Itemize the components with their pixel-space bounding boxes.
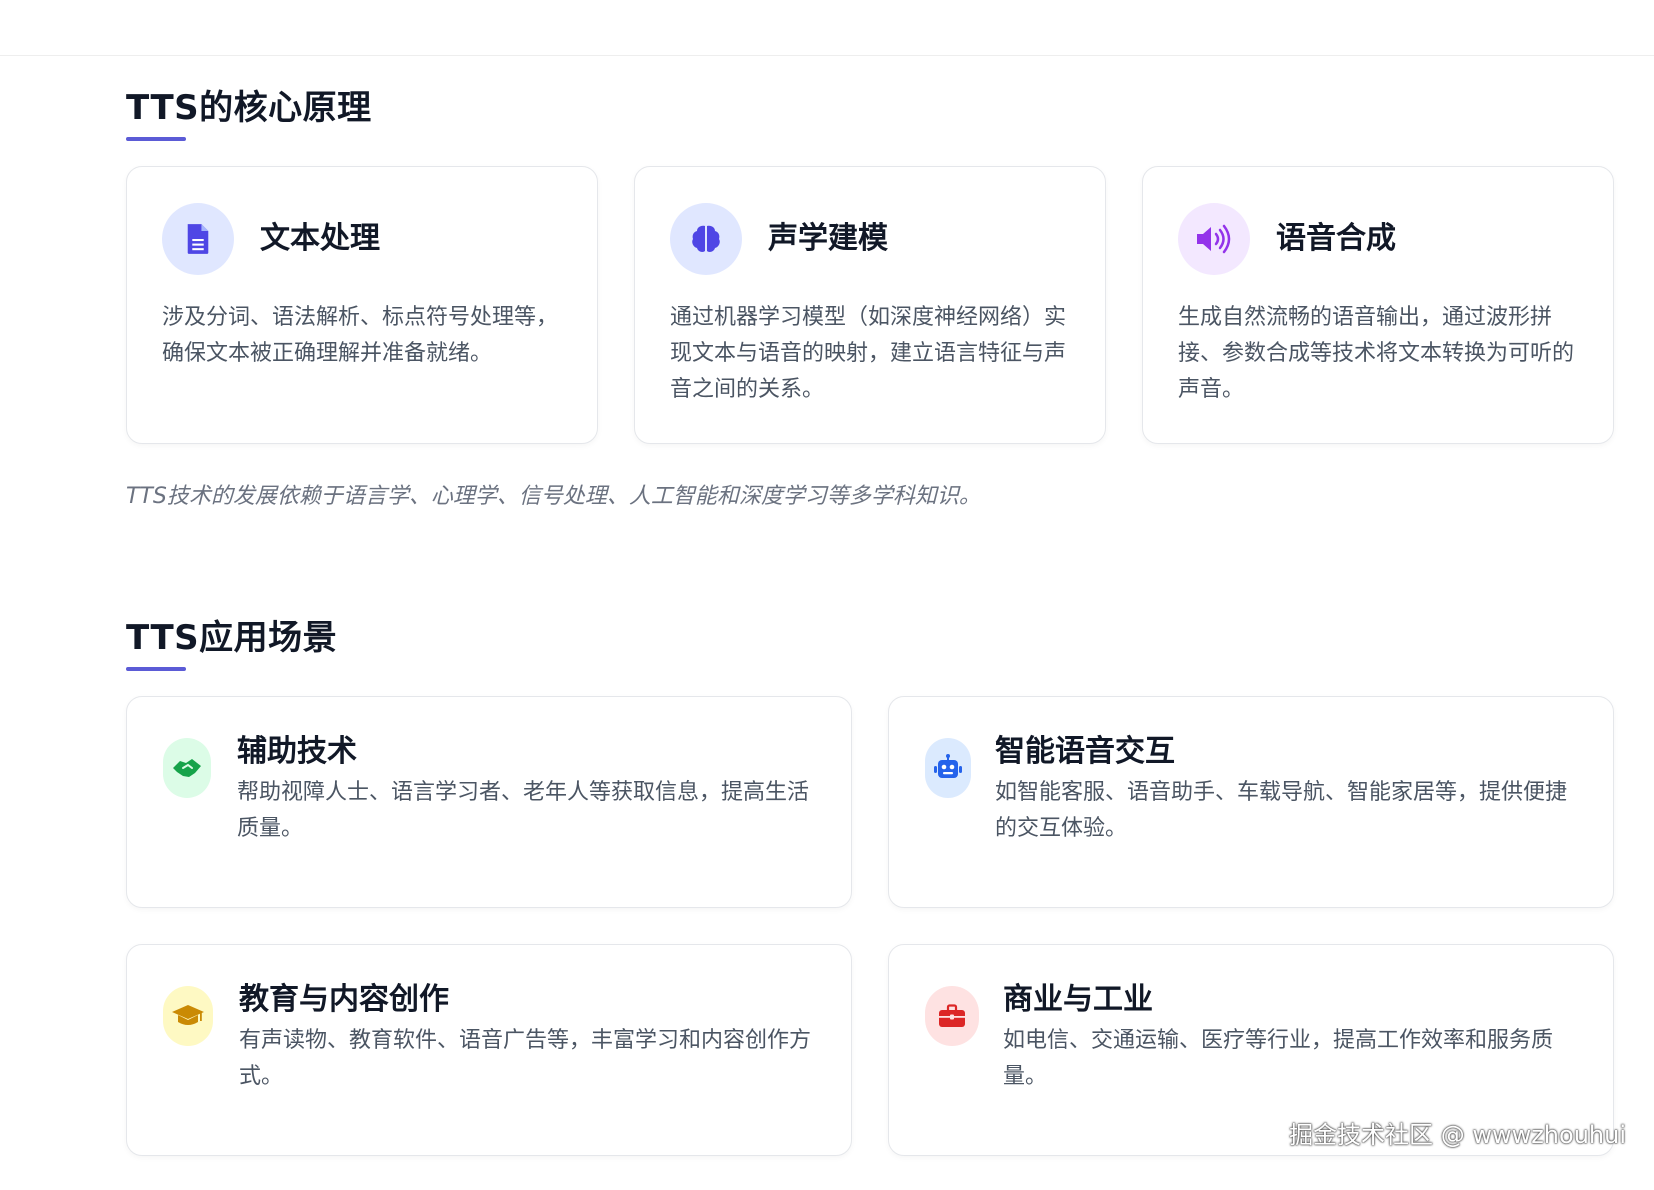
section-underline-core — [126, 137, 186, 141]
watermark: 掘金技术社区 @ wwwzhouhui — [1289, 1121, 1626, 1149]
card-description: 帮助视障人士、语言学习者、老年人等获取信息，提高生活质量。 — [237, 780, 810, 841]
card-description: 涉及分词、语法解析、标点符号处理等，确保文本被正确理解并准备就绪。 — [162, 305, 559, 366]
section-title-applications: TTS应用场景 — [126, 618, 338, 658]
footnote: TTS技术的发展依赖于语言学、心理学、信号处理、人工智能和深度学习等多学科知识。 — [126, 484, 981, 509]
brain-icon — [670, 203, 742, 275]
card-text-processing: 文本处理 涉及分词、语法解析、标点符号处理等，确保文本被正确理解并准备就绪。 — [126, 166, 598, 444]
card-title: 商业与工业 — [1003, 982, 1153, 1017]
card-description: 生成自然流畅的语音输出，通过波形拼接、参数合成等技术将文本转换为可听的声音。 — [1178, 305, 1575, 402]
card-description: 通过机器学习模型（如深度神经网络）实现文本与语音的映射，建立语言特征与声音之间的… — [670, 305, 1067, 402]
handshake-icon — [163, 738, 211, 798]
robot-icon — [925, 738, 971, 798]
briefcase-icon — [925, 986, 979, 1046]
card-title: 教育与内容创作 — [239, 982, 449, 1017]
card-title: 声学建模 — [768, 221, 888, 256]
card-education-content: 教育与内容创作 有声读物、教育软件、语音广告等，丰富学习和内容创作方式。 — [126, 944, 852, 1156]
card-description: 如电信、交通运输、医疗等行业，提高工作效率和服务质量。 — [1003, 1028, 1554, 1089]
card-title: 语音合成 — [1276, 221, 1396, 256]
card-description: 有声读物、教育软件、语音广告等，丰富学习和内容创作方式。 — [239, 1028, 812, 1089]
section-underline-applications — [126, 667, 186, 671]
card-speech-synthesis: 语音合成 生成自然流畅的语音输出，通过波形拼接、参数合成等技术将文本转换为可听的… — [1142, 166, 1614, 444]
graduation-cap-icon — [163, 986, 213, 1046]
speaker-icon — [1178, 203, 1250, 275]
card-description: 如智能客服、语音助手、车载导航、智能家居等，提供便捷的交互体验。 — [995, 780, 1568, 841]
card-title: 辅助技术 — [237, 734, 357, 769]
card-voice-interaction: 智能语音交互 如智能客服、语音助手、车载导航、智能家居等，提供便捷的交互体验。 — [888, 696, 1614, 908]
card-title: 文本处理 — [260, 221, 380, 256]
card-title: 智能语音交互 — [995, 734, 1175, 769]
top-bar — [0, 0, 1654, 56]
section-title-core: TTS的核心原理 — [126, 88, 372, 128]
card-assistive-tech: 辅助技术 帮助视障人士、语言学习者、老年人等获取信息，提高生活质量。 — [126, 696, 852, 908]
card-acoustic-modeling: 声学建模 通过机器学习模型（如深度神经网络）实现文本与语音的映射，建立语言特征与… — [634, 166, 1106, 444]
document-icon — [162, 203, 234, 275]
